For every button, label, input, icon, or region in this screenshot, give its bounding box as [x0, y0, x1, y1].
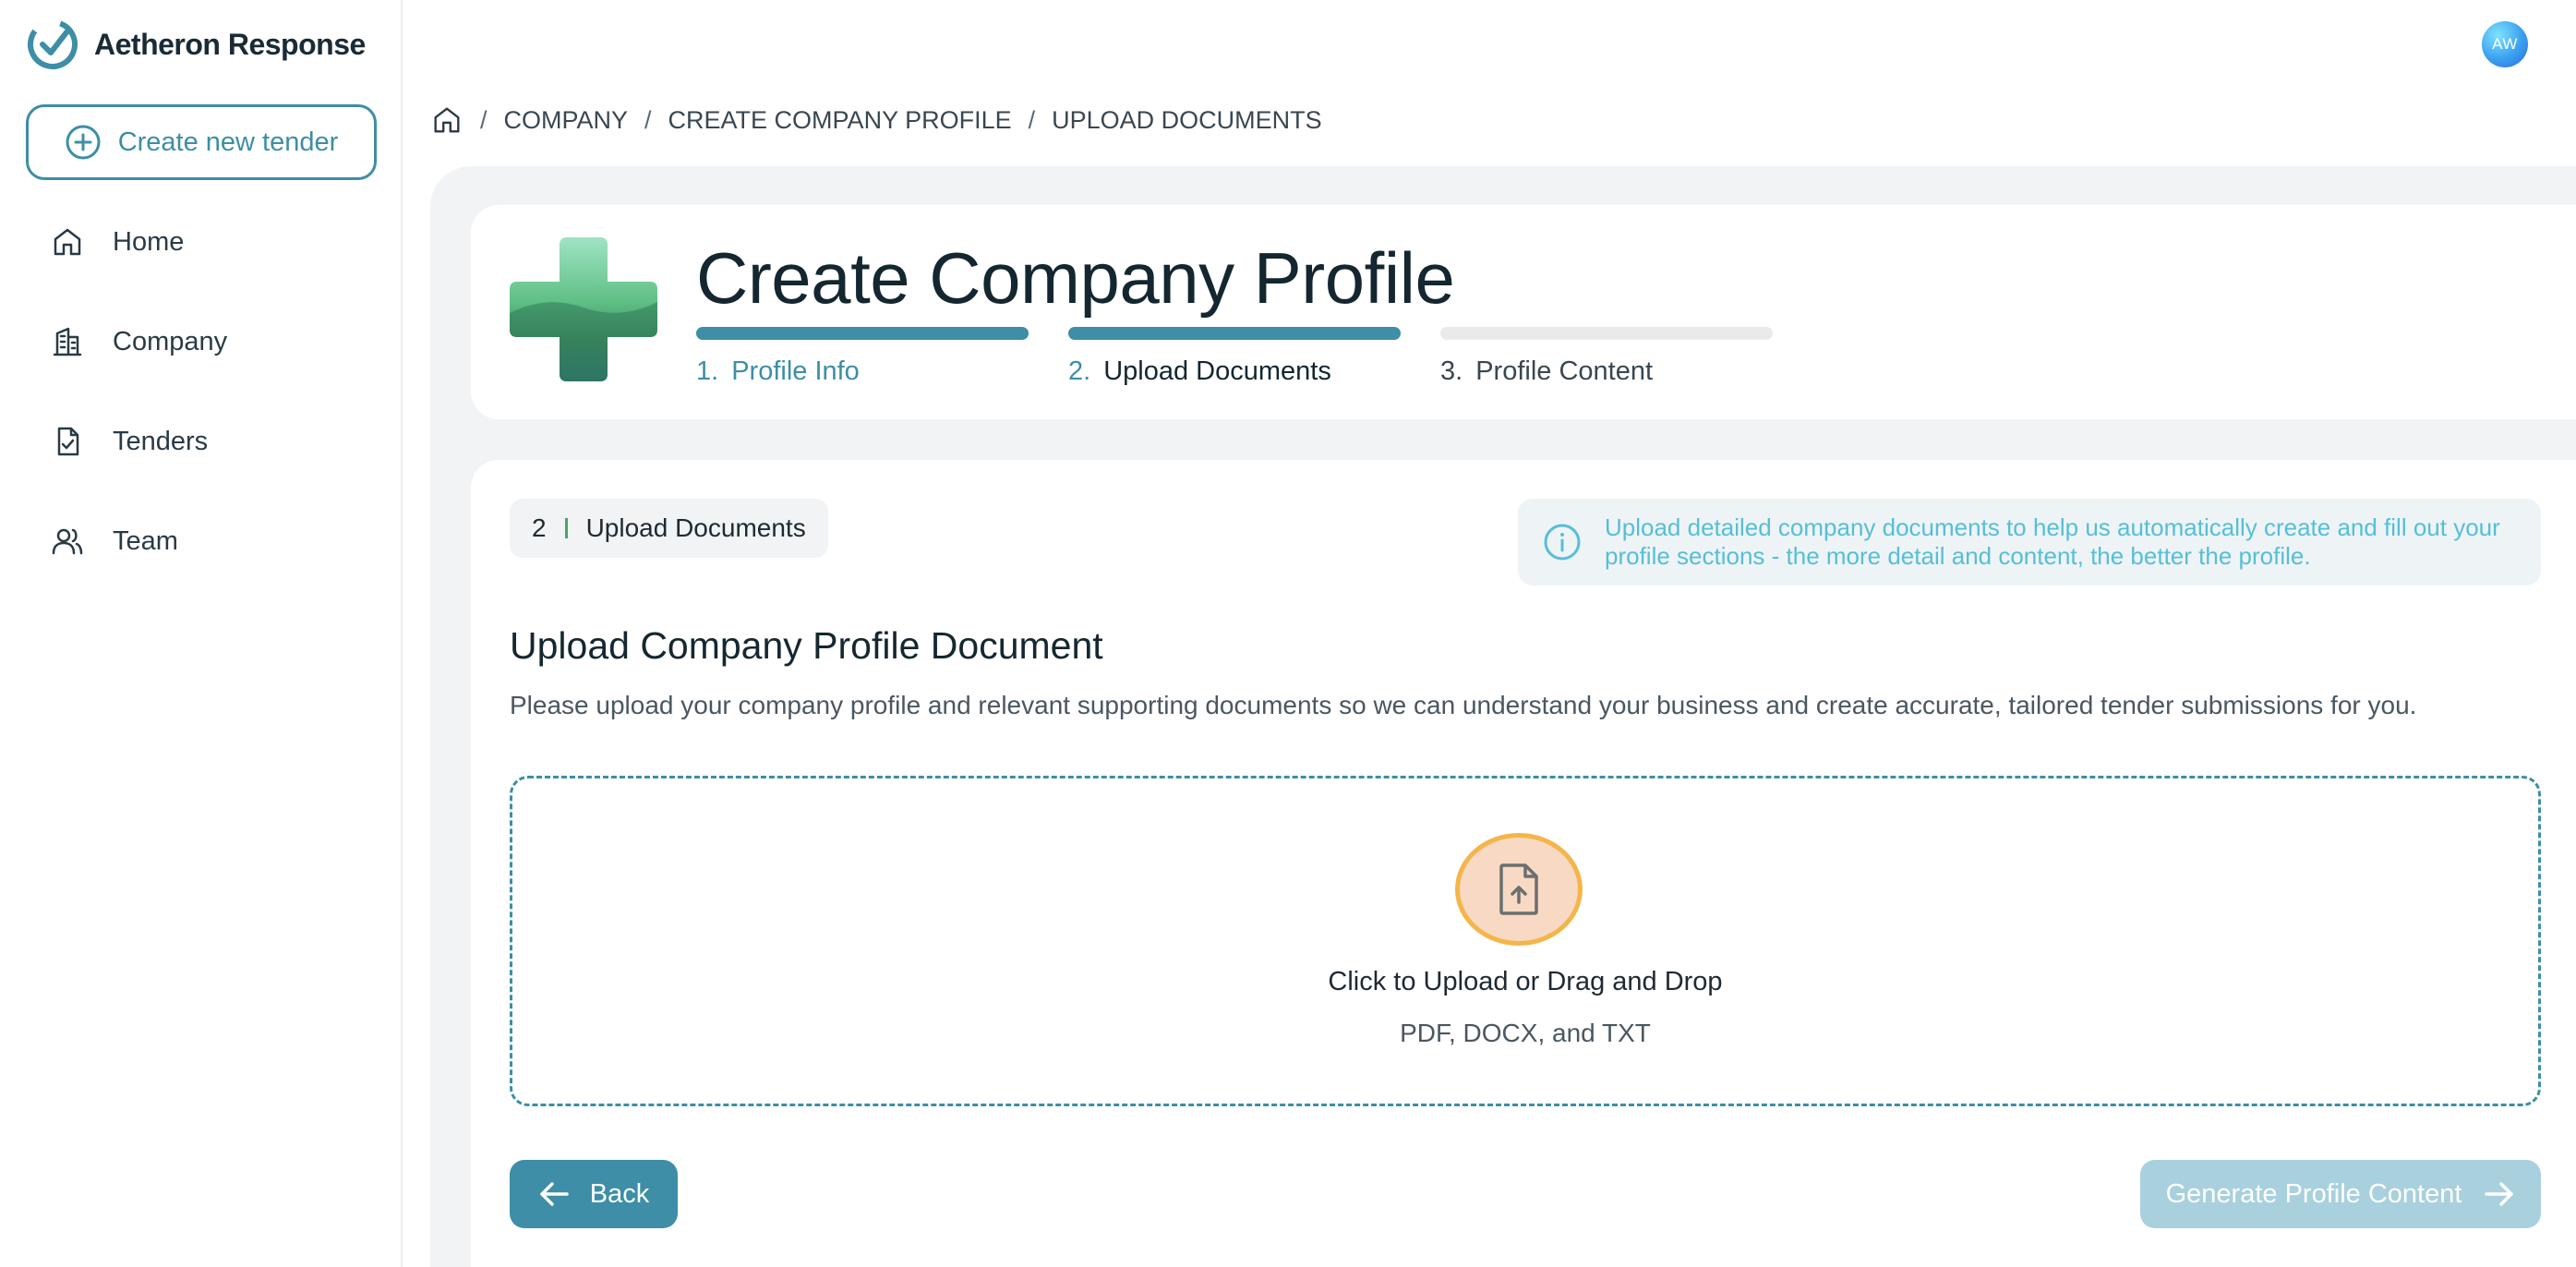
sidebar-item-company[interactable]: Company [26, 292, 377, 392]
step-number: 3. [1440, 356, 1463, 386]
step-profile-content[interactable]: 3. Profile Content [1440, 327, 1773, 387]
arrow-left-icon [540, 1182, 569, 1206]
check-circle-icon [28, 19, 78, 69]
breadcrumb-separator: / [1028, 105, 1036, 134]
sidebar-item-label: Company [113, 326, 228, 356]
plus-circle-icon [66, 125, 101, 160]
back-button[interactable]: Back [510, 1160, 678, 1228]
brand[interactable]: Aetheron Response [26, 17, 366, 72]
step-progress-bar [1068, 327, 1401, 340]
dropzone-title: Click to Upload or Drag and Drop [1328, 967, 1723, 996]
section-title: Upload Company Profile Document [510, 624, 1103, 667]
sidebar: Aetheron Response Create new tender Home… [0, 0, 403, 1267]
breadcrumb-separator: / [480, 105, 488, 134]
step-progress-bar [696, 327, 1029, 340]
file-upload-icon [1499, 863, 1538, 915]
users-icon [52, 528, 83, 555]
back-label: Back [589, 1178, 650, 1209]
sidebar-item-label: Home [113, 226, 185, 257]
breadcrumb: / COMPANY / CREATE COMPANY PROFILE / UPL… [430, 100, 1322, 140]
avatar[interactable]: AW [2482, 21, 2528, 67]
generate-label: Generate Profile Content [2165, 1178, 2462, 1209]
sidebar-item-label: Team [113, 525, 178, 556]
arrow-right-icon [2485, 1182, 2514, 1206]
generate-profile-content-button[interactable]: Generate Profile Content [2140, 1160, 2541, 1228]
home-icon [54, 228, 81, 256]
sidebar-item-home[interactable]: Home [26, 192, 377, 292]
info-icon [1544, 524, 1581, 561]
step-number: 2. [1068, 356, 1091, 386]
info-banner: Upload detailed company documents to hel… [1518, 499, 2541, 585]
home-icon[interactable] [430, 103, 463, 137]
dropzone-formats: PDF, DOCX, and TXT [1400, 1019, 1651, 1047]
step-chip-number: 2 [532, 513, 547, 542]
sidebar-item-team[interactable]: Team [26, 491, 377, 591]
breadcrumb-separator: / [644, 105, 652, 134]
section-description: Please upload your company profile and r… [510, 691, 2417, 719]
step-chip-divider [564, 518, 568, 538]
step-progress-bar [1440, 327, 1773, 340]
upload-button[interactable] [1455, 833, 1583, 946]
sidebar-item-label: Tenders [113, 426, 209, 456]
sidebar-item-tenders[interactable]: Tenders [26, 392, 377, 491]
create-new-tender-button[interactable]: Create new tender [26, 104, 377, 180]
step-chip: 2 Upload Documents [510, 499, 828, 558]
create-new-tender-label: Create new tender [117, 127, 339, 157]
page-title: Create Company Profile [696, 237, 1455, 319]
breadcrumb-item-create-profile[interactable]: CREATE COMPANY PROFILE [668, 106, 1012, 135]
step-number: 1. [696, 356, 719, 386]
sidebar-nav: Home Company Tenders Team [26, 192, 377, 591]
building-icon [53, 327, 82, 356]
step-profile-info[interactable]: 1. Profile Info [696, 327, 1029, 387]
breadcrumb-item-upload-documents: UPLOAD DOCUMENTS [1052, 105, 1322, 134]
step-label: Profile Info [731, 356, 860, 386]
step-chip-label: Upload Documents [585, 513, 806, 542]
step-label: Profile Content [1475, 356, 1654, 386]
info-text: Upload detailed company documents to hel… [1605, 513, 2500, 570]
step-upload-documents[interactable]: 2. Upload Documents [1068, 327, 1401, 387]
app-name: Aetheron Response [94, 27, 366, 61]
company-logo-cross [510, 237, 657, 381]
step-label: Upload Documents [1103, 356, 1331, 386]
breadcrumb-item-company[interactable]: COMPANY [504, 106, 629, 135]
document-check-icon [57, 427, 79, 456]
